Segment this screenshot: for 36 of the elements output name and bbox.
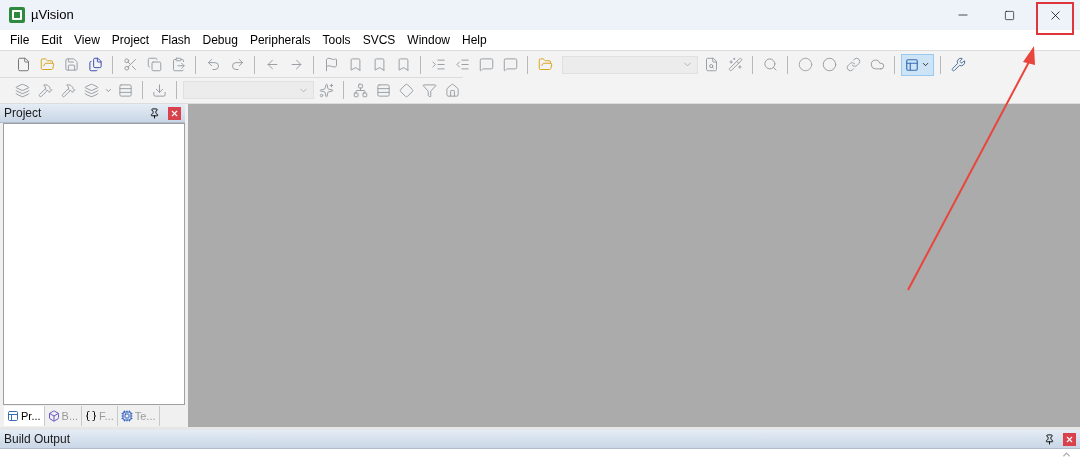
tab-label: B...	[61, 408, 79, 424]
panel-tab[interactable]: Pr...	[4, 406, 45, 426]
menu-item[interactable]: Flash	[155, 31, 197, 49]
menu-item[interactable]: File	[4, 31, 36, 49]
project-tab-icon	[7, 410, 19, 422]
caret-icon	[921, 60, 930, 69]
close-icon	[1065, 434, 1074, 444]
braces-icon	[85, 410, 98, 422]
tab-label: Te...	[134, 408, 156, 424]
panel-title: Project	[4, 105, 42, 122]
menu-item[interactable]: Debug	[196, 31, 244, 49]
menu-item[interactable]: SVCS	[356, 31, 402, 49]
menu-item[interactable]: Window	[401, 31, 456, 49]
menu-item[interactable]: Edit	[35, 31, 69, 49]
tab-label: F...	[99, 408, 114, 424]
menu-item[interactable]: Peripherals	[243, 31, 317, 49]
window-title: µVision	[31, 6, 74, 25]
cube-icon	[47, 410, 60, 422]
search-dropdown[interactable]	[562, 55, 698, 74]
target-dropdown[interactable]	[183, 81, 314, 99]
pin-icon[interactable]	[1044, 433, 1055, 445]
menu-item[interactable]: Project	[105, 31, 156, 49]
app-logo-icon	[9, 7, 25, 23]
menu-item[interactable]: Tools	[316, 31, 357, 49]
window-layout-icon	[905, 57, 919, 72]
tab-label: Pr...	[21, 408, 41, 424]
maximize-icon	[1003, 9, 1015, 21]
panel-title: Build Output	[4, 431, 71, 448]
pane-close-button[interactable]	[168, 106, 181, 120]
close-icon	[170, 108, 179, 118]
highlight-box	[1036, 2, 1074, 35]
menu-item[interactable]: View	[68, 31, 106, 49]
window-layout-button[interactable]	[901, 53, 934, 76]
pane-close-button[interactable]	[1063, 432, 1076, 446]
pin-icon[interactable]	[149, 107, 160, 119]
menu-item[interactable]: Help	[456, 31, 493, 49]
